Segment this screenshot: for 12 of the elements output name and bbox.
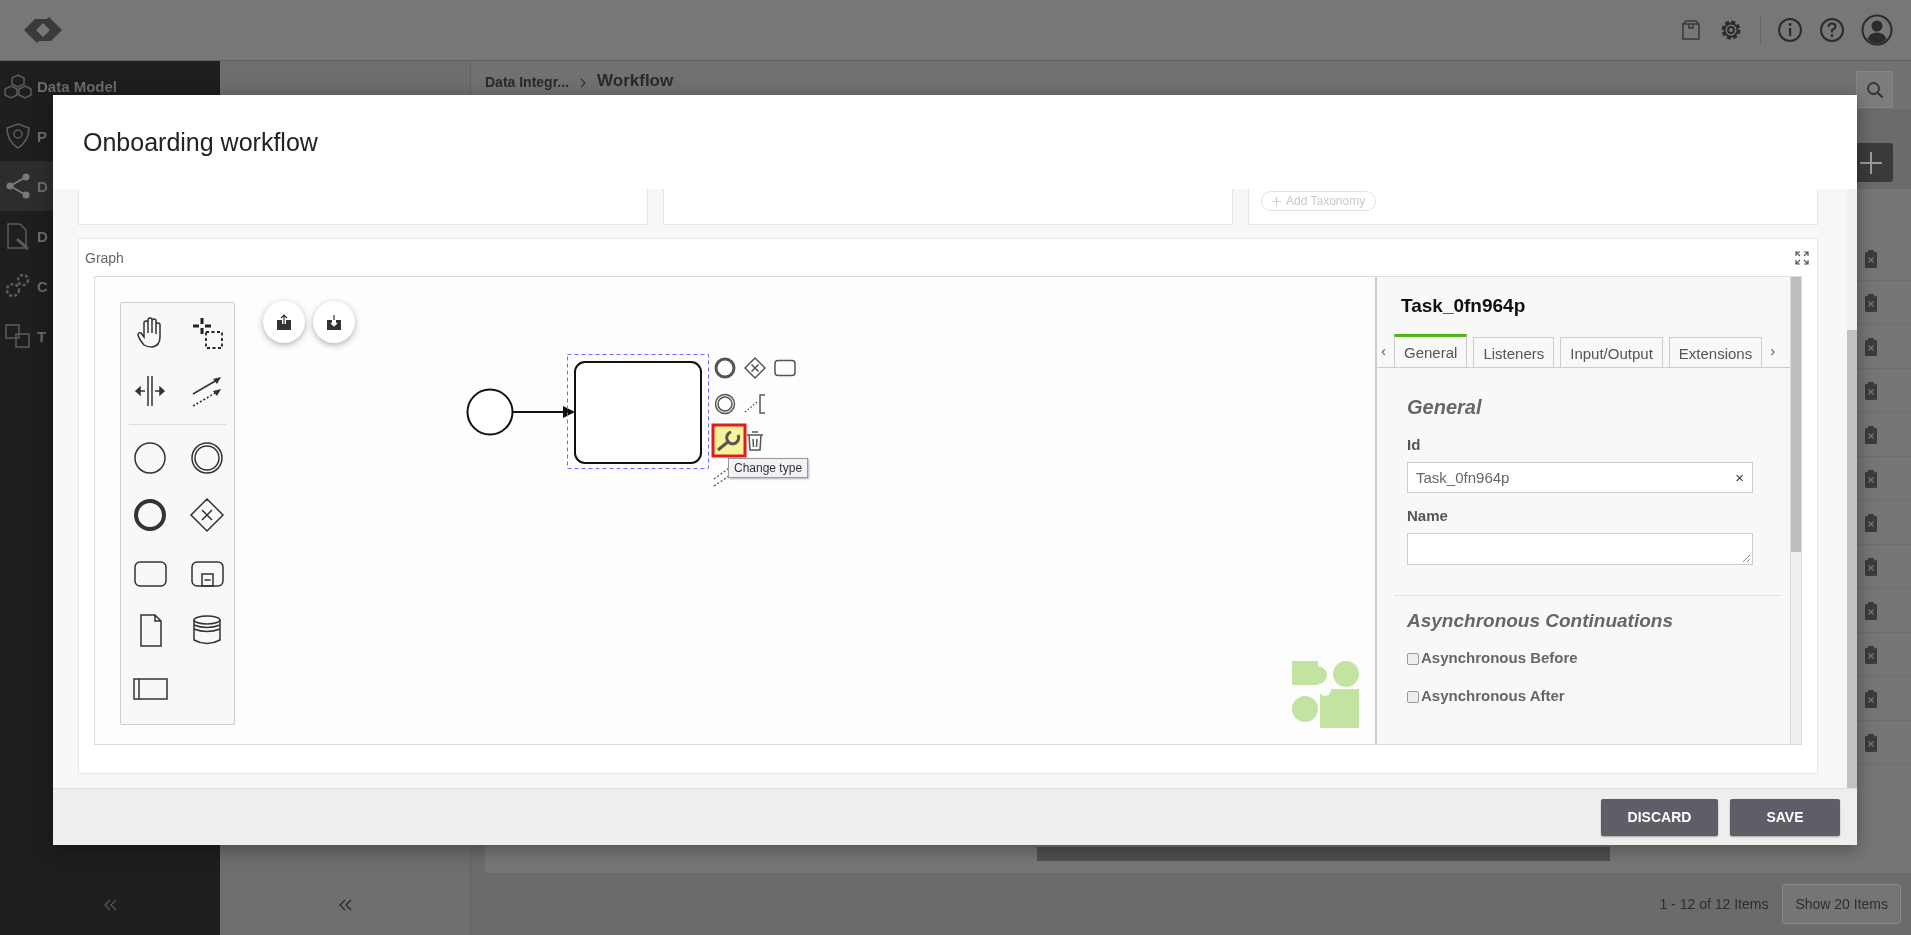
element-title: Task_0fn964p [1400,294,1527,318]
checkbox-label: Asynchronous After [1421,686,1565,704]
panel-label: Graph [85,249,124,266]
dialog-title: Onboarding workflow [83,127,318,157]
section-heading: Asynchronous Continuations [1407,610,1674,632]
field-label: Id [1407,436,1422,455]
checkbox-label: Asynchronous Before [1421,648,1578,666]
field-label: Name [1407,507,1449,526]
pagination-summary: 1 - 12 of 12 Items [1659,896,1769,912]
section-heading: General [1407,396,1483,420]
tooltip: Change type [728,458,809,478]
breadcrumb-current: Workflow [597,71,674,91]
